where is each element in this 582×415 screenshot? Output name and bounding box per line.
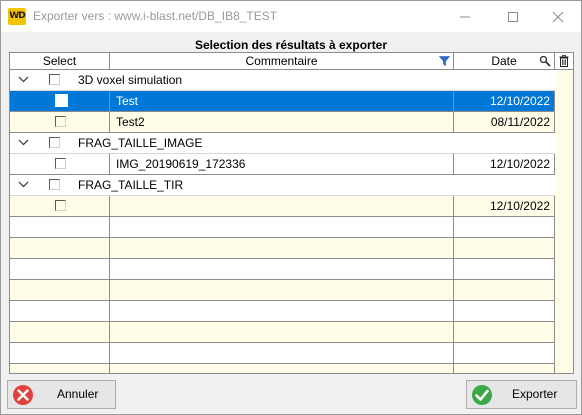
trash-icon bbox=[559, 55, 569, 67]
page-title: Selection des résultats à exporter bbox=[194, 38, 388, 52]
row-checkbox[interactable] bbox=[55, 200, 66, 211]
empty-cell bbox=[110, 322, 454, 342]
date-cell[interactable]: 12/10/2022 bbox=[454, 91, 555, 111]
maximize-icon bbox=[508, 11, 518, 22]
column-header-trash[interactable] bbox=[555, 53, 573, 70]
filter-icon[interactable] bbox=[439, 56, 450, 66]
column-header-date[interactable]: Date bbox=[454, 53, 555, 70]
empty-row bbox=[10, 364, 555, 373]
empty-row bbox=[10, 238, 555, 259]
empty-cell bbox=[454, 364, 555, 373]
empty-cell bbox=[10, 238, 110, 258]
empty-cell bbox=[454, 301, 555, 321]
empty-cell bbox=[10, 364, 110, 373]
empty-cell bbox=[110, 280, 454, 300]
empty-cell bbox=[454, 343, 555, 363]
export-dialog: WD Exporter vers : www.i-blast.net/DB_IB… bbox=[0, 0, 582, 415]
cancel-button-label: Annuler bbox=[57, 387, 99, 401]
comment-cell[interactable]: Test bbox=[110, 91, 454, 111]
row-checkbox[interactable] bbox=[55, 158, 66, 169]
empty-row bbox=[10, 301, 555, 322]
chevron-down-icon[interactable] bbox=[18, 139, 29, 146]
chevron-down-icon[interactable] bbox=[18, 76, 29, 83]
empty-cell bbox=[10, 322, 110, 342]
search-icon[interactable] bbox=[539, 55, 551, 67]
table-row[interactable]: Test 12/10/2022 bbox=[10, 91, 555, 112]
comment-cell[interactable]: IMG_20190619_172336 bbox=[110, 154, 454, 174]
empty-cell bbox=[454, 238, 555, 258]
empty-cell bbox=[110, 238, 454, 258]
empty-cell bbox=[110, 343, 454, 363]
empty-cell bbox=[10, 343, 110, 363]
empty-cell bbox=[454, 280, 555, 300]
comment-cell[interactable]: Test2 bbox=[110, 112, 454, 132]
title-bar[interactable]: WD Exporter vers : www.i-blast.net/DB_IB… bbox=[1, 1, 581, 32]
app-icon: WD bbox=[8, 8, 26, 25]
group-checkbox[interactable] bbox=[49, 137, 60, 148]
table-row[interactable]: 12/10/2022 bbox=[10, 196, 555, 217]
row-checkbox[interactable] bbox=[55, 94, 68, 107]
empty-cell bbox=[454, 322, 555, 342]
empty-cell bbox=[110, 301, 454, 321]
empty-cell bbox=[110, 259, 454, 279]
maximize-button[interactable] bbox=[490, 1, 536, 32]
row-checkbox[interactable] bbox=[55, 116, 66, 127]
table-row[interactable]: Test2 08/11/2022 bbox=[10, 112, 555, 133]
empty-row bbox=[10, 259, 555, 280]
column-header-comment-label: Commentaire bbox=[245, 54, 318, 68]
group-label: FRAG_TAILLE_IMAGE bbox=[78, 136, 203, 150]
empty-cell bbox=[454, 217, 555, 237]
group-checkbox[interactable] bbox=[49, 74, 60, 85]
date-cell[interactable]: 08/11/2022 bbox=[454, 112, 555, 132]
column-header-select[interactable]: Select bbox=[10, 53, 110, 70]
close-icon bbox=[552, 11, 564, 22]
group-label: FRAG_TAILLE_TIR bbox=[78, 178, 184, 192]
empty-cell bbox=[110, 364, 454, 373]
empty-cell bbox=[10, 280, 110, 300]
group-label: 3D voxel simulation bbox=[78, 73, 183, 87]
empty-cell bbox=[454, 259, 555, 279]
empty-row bbox=[10, 280, 555, 301]
date-cell[interactable]: 12/10/2022 bbox=[454, 196, 555, 216]
empty-row bbox=[10, 343, 555, 364]
empty-row bbox=[10, 322, 555, 343]
empty-cell bbox=[10, 217, 110, 237]
checkmark-icon bbox=[472, 385, 492, 405]
minimize-button[interactable] bbox=[442, 1, 488, 32]
select-cell bbox=[10, 196, 110, 216]
comment-cell[interactable] bbox=[110, 196, 454, 216]
empty-cell bbox=[10, 301, 110, 321]
column-header-date-label: Date bbox=[491, 54, 517, 68]
export-button[interactable]: Exporter bbox=[466, 380, 577, 409]
window-title: Exporter vers : www.i-blast.net/DB_IB8_T… bbox=[33, 9, 278, 23]
group-checkbox[interactable] bbox=[49, 179, 60, 190]
empty-cell bbox=[10, 259, 110, 279]
select-cell bbox=[10, 91, 110, 111]
table-row[interactable]: IMG_20190619_172336 12/10/2022 bbox=[10, 154, 555, 175]
export-button-label: Exporter bbox=[512, 387, 558, 401]
column-header-comment[interactable]: Commentaire bbox=[110, 53, 454, 70]
chevron-down-icon[interactable] bbox=[18, 181, 29, 188]
date-cell[interactable]: 12/10/2022 bbox=[454, 154, 555, 174]
cancel-icon bbox=[13, 385, 33, 405]
cancel-button[interactable]: Annuler bbox=[7, 380, 116, 409]
empty-row bbox=[10, 217, 555, 238]
group-row[interactable]: FRAG_TAILLE_IMAGE bbox=[10, 133, 555, 154]
close-button[interactable] bbox=[535, 1, 581, 32]
select-cell bbox=[10, 154, 110, 174]
group-row[interactable]: FRAG_TAILLE_TIR bbox=[10, 175, 555, 196]
minimize-icon bbox=[460, 16, 470, 17]
results-table: Select Commentaire Date 3D voxel simulat… bbox=[9, 52, 574, 374]
select-cell bbox=[10, 112, 110, 132]
group-row[interactable]: 3D voxel simulation bbox=[10, 70, 555, 91]
empty-cell bbox=[110, 217, 454, 237]
